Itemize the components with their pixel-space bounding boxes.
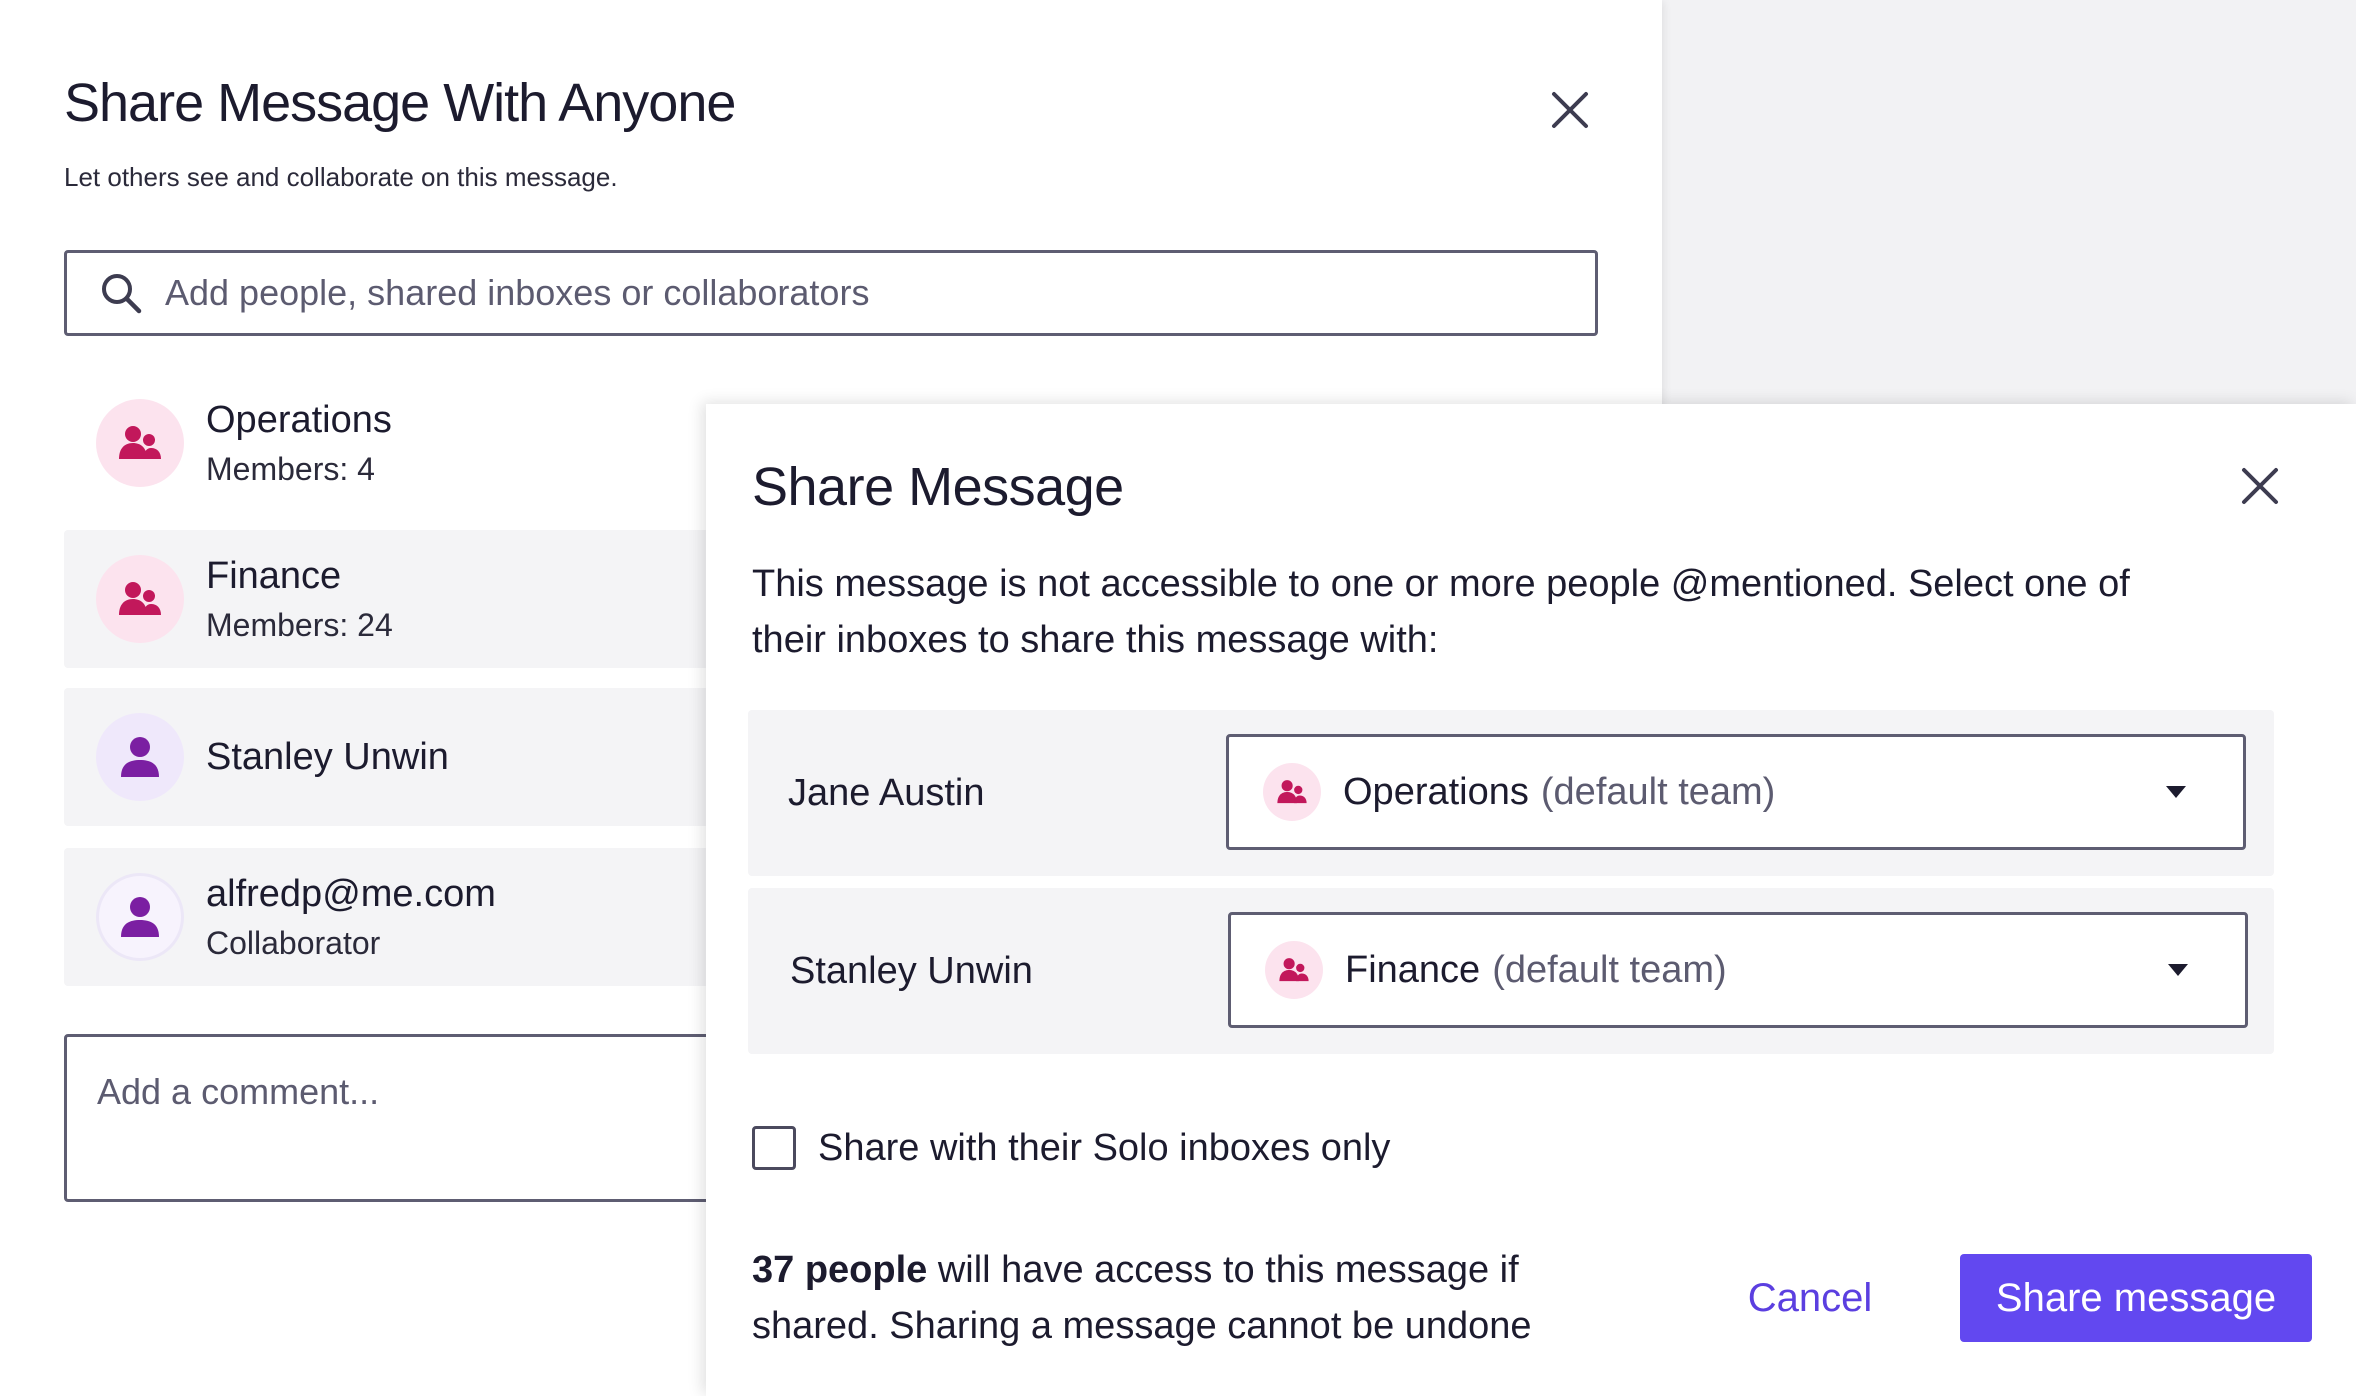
recipient-text: alfredp@me.com Collaborator xyxy=(206,870,496,964)
caret-down-icon xyxy=(2166,786,2186,798)
solo-inboxes-label: Share with their Solo inboxes only xyxy=(818,1126,1391,1169)
solo-inboxes-checkbox[interactable] xyxy=(752,1126,796,1170)
dialog-subtitle: Let others see and collaborate on this m… xyxy=(64,162,618,192)
recipient-text: Operations Members: 4 xyxy=(206,396,392,490)
default-team-label: (default team) xyxy=(1492,948,1727,991)
access-count: 37 people xyxy=(752,1249,928,1291)
inbox-select[interactable]: Operations (default team) xyxy=(1226,734,2246,850)
dialog-description: This message is not accessible to one or… xyxy=(752,563,2130,661)
inbox-mapping-row: Jane Austin Operations (default team) xyxy=(748,710,2274,876)
team-icon xyxy=(1279,958,1309,982)
team-icon xyxy=(1277,780,1307,804)
selected-inbox: Finance xyxy=(1345,948,1481,991)
team-icon xyxy=(119,426,161,459)
recipient-name: Stanley Unwin xyxy=(206,736,449,778)
recipient-text: Finance Members: 24 xyxy=(206,552,393,646)
dialog-title: Share Message With Anyone xyxy=(64,73,736,133)
access-warning: 37 people will have access to this messa… xyxy=(752,1242,1632,1354)
recipient-name: Operations xyxy=(206,399,392,441)
person-name: Stanley Unwin xyxy=(790,949,1033,992)
recipient-text: Stanley Unwin xyxy=(206,733,449,781)
user-icon xyxy=(121,737,159,777)
recipient-name: alfredp@me.com xyxy=(206,873,496,915)
recipient-members: Members: 4 xyxy=(206,451,375,487)
team-avatar xyxy=(1265,941,1323,999)
close-icon xyxy=(2242,468,2278,504)
search-icon xyxy=(99,269,147,317)
team-avatar xyxy=(1263,763,1321,821)
close-icon xyxy=(1552,92,1588,128)
solo-inboxes-option[interactable]: Share with their Solo inboxes only xyxy=(752,1126,1390,1170)
inbox-mapping-row: Stanley Unwin Finance (default team) xyxy=(748,888,2274,1054)
search-input[interactable] xyxy=(165,272,1565,314)
search-field[interactable] xyxy=(64,250,1598,336)
team-icon xyxy=(119,582,161,615)
collaborator-avatar xyxy=(96,873,184,961)
cancel-button[interactable]: Cancel xyxy=(1730,1254,1890,1342)
inbox-select[interactable]: Finance (default team) xyxy=(1228,912,2248,1028)
user-avatar xyxy=(96,713,184,801)
share-message-button[interactable]: Share message xyxy=(1960,1254,2312,1342)
page: Share Message With Anyone Let others see… xyxy=(0,0,2356,1396)
close-button[interactable] xyxy=(2230,456,2290,516)
recipient-role: Collaborator xyxy=(206,925,381,961)
team-avatar xyxy=(96,555,184,643)
default-team-label: (default team) xyxy=(1540,770,1776,813)
caret-down-icon xyxy=(2168,964,2188,976)
share-message-dialog: Share Message This message is not access… xyxy=(706,404,2356,1396)
selected-inbox: Operations xyxy=(1343,770,1529,813)
user-icon xyxy=(121,897,159,937)
person-name: Jane Austin xyxy=(788,771,985,814)
team-avatar xyxy=(96,399,184,487)
dialog-title: Share Message xyxy=(752,457,1124,517)
recipient-members: Members: 24 xyxy=(206,607,393,643)
close-button[interactable] xyxy=(1540,80,1600,140)
recipient-name: Finance xyxy=(206,555,342,597)
